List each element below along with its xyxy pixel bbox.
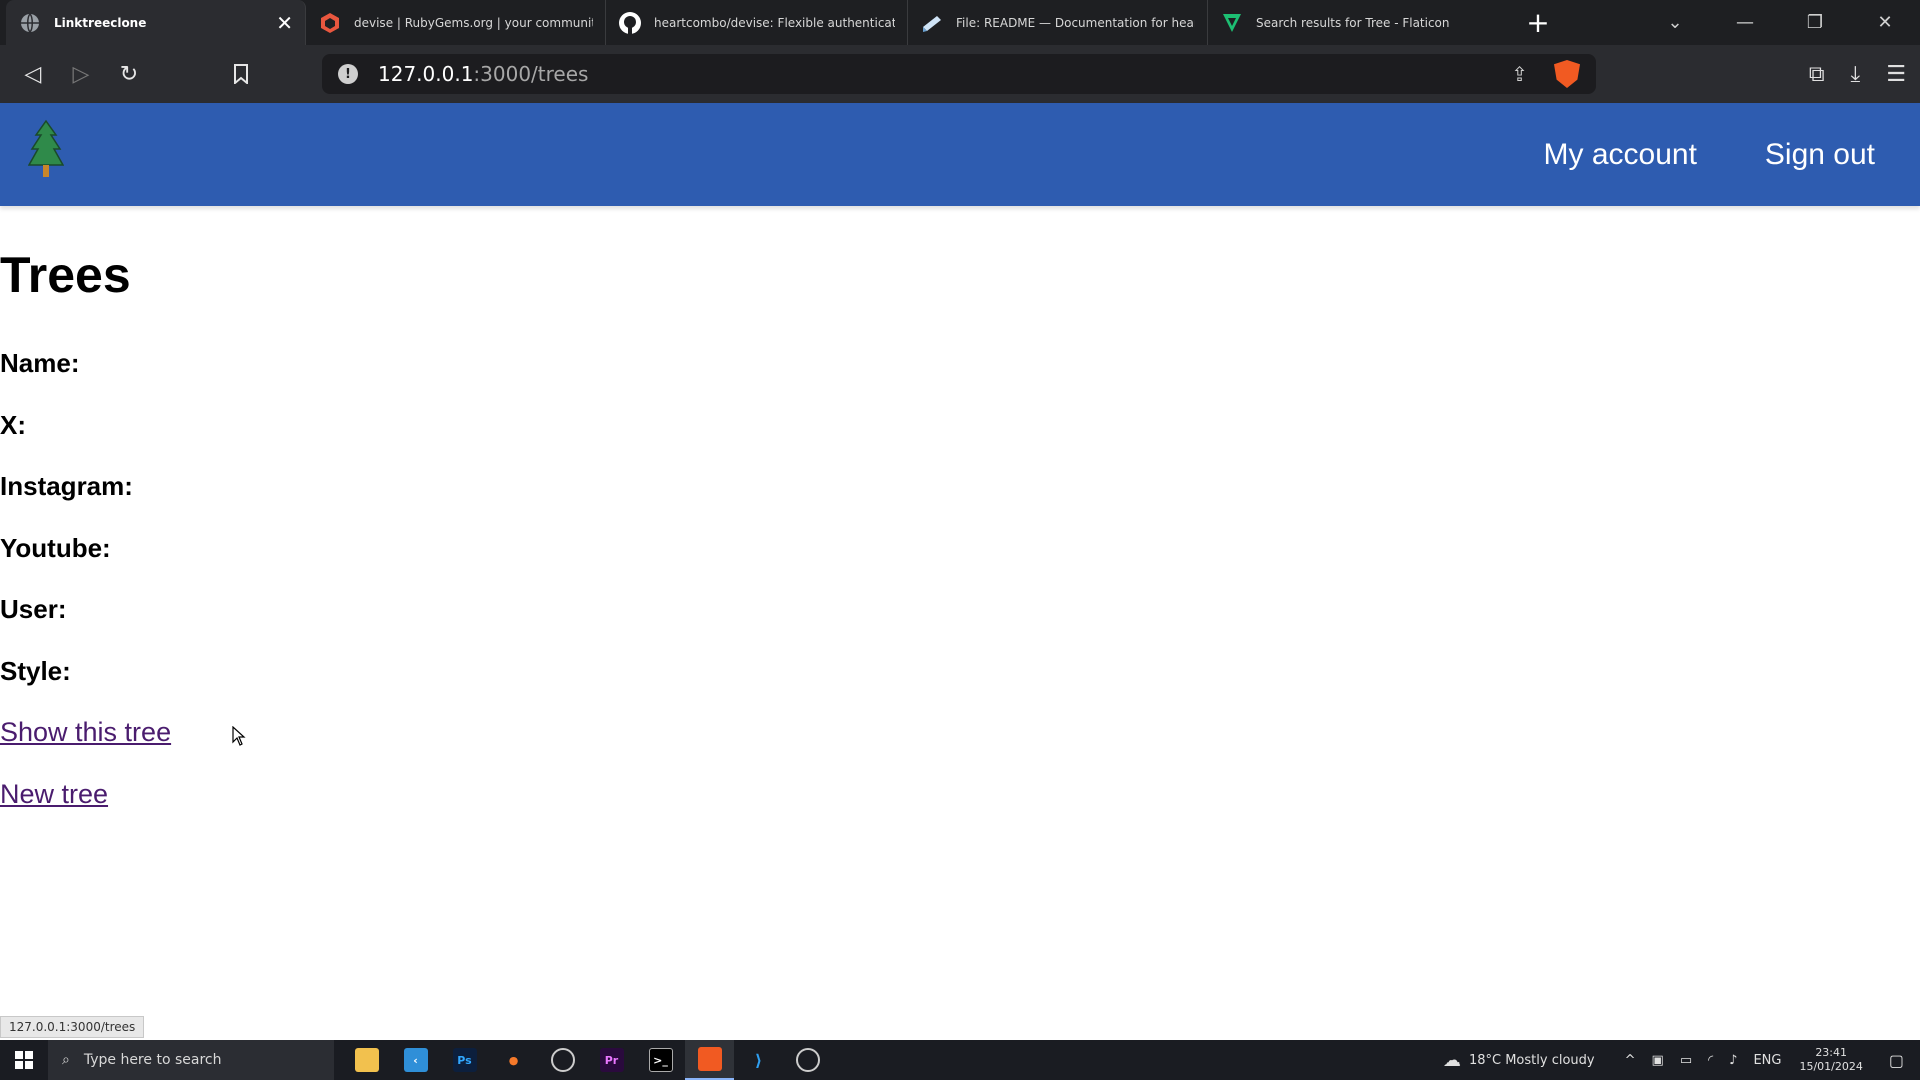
page-title: Trees [0, 247, 131, 303]
network-icon[interactable]: ◜ [1708, 1053, 1713, 1068]
tab-label: Search results for Tree - Flaticon [1256, 15, 1450, 30]
brave-shields-icon[interactable] [1554, 60, 1580, 88]
link-status-bar: 127.0.0.1:3000/trees [0, 1016, 145, 1038]
tab-list-icon[interactable]: ⌄ [1640, 12, 1710, 33]
tray-overflow-icon[interactable]: ^ [1625, 1053, 1636, 1068]
bookmark-icon[interactable] [217, 50, 265, 98]
vscode-icon[interactable]: ⟩ [734, 1040, 783, 1080]
reload-icon[interactable]: ↻ [105, 50, 153, 98]
back-icon[interactable]: ◁ [9, 50, 57, 98]
battery-icon[interactable]: ▭ [1680, 1053, 1692, 1068]
windows-start-icon[interactable] [0, 1040, 48, 1080]
field-user-label: User: [0, 594, 67, 624]
language-indicator[interactable]: ENG [1753, 1053, 1781, 1068]
tab-flaticon[interactable]: Search results for Tree - Flaticon [1208, 0, 1508, 45]
field-x-label: X: [0, 410, 26, 440]
app-header: My account Sign out [0, 103, 1920, 206]
cloud-icon: ☁ [1442, 1049, 1461, 1071]
new-tree-link[interactable]: New tree [0, 779, 108, 810]
extensions-icon[interactable]: ⧉ [1809, 62, 1825, 87]
field-style-label: Style: [0, 656, 71, 686]
field-instagram-label: Instagram: [0, 471, 133, 501]
menu-icon[interactable]: ☰ [1886, 62, 1906, 87]
doc-icon [920, 11, 944, 35]
browser-tab-bar: Linktreeclone ✕ devise | RubyGems.org | … [0, 0, 1920, 45]
search-icon: ⌕ [62, 1052, 70, 1068]
show-tree-link[interactable]: Show this tree [0, 717, 171, 748]
downloads-icon[interactable]: ⤓ [1851, 62, 1861, 87]
photoshop-icon[interactable]: Ps [440, 1040, 489, 1080]
premiere-icon[interactable]: Pr [587, 1040, 636, 1080]
restore-icon[interactable]: ❐ [1780, 12, 1850, 33]
tab-github[interactable]: heartcombo/devise: Flexible authenticati… [606, 0, 908, 45]
taskbar-apps: ‹ Ps ● Pr >_ ⟩ [342, 1040, 832, 1080]
url-path: :3000/trees [473, 62, 589, 86]
tab-label: devise | RubyGems.org | your community g… [354, 15, 593, 30]
clock-time: 23:41 [1815, 1046, 1848, 1059]
address-bar[interactable]: ! 127.0.0.1:3000/trees ⇪ [322, 54, 1596, 94]
site-info-icon[interactable]: ! [338, 64, 358, 84]
tab-label: File: README — Documentation for heartco… [956, 15, 1195, 30]
weather-text: 18°C Mostly cloudy [1468, 1052, 1595, 1068]
windows-taskbar: ⌕ Type here to search ‹ Ps ● Pr >_ ⟩ ☁ 1… [0, 1040, 1920, 1080]
clock-date: 15/01/2024 [1799, 1060, 1863, 1073]
system-tray: ☁ 18°C Mostly cloudy ^ ▣ ▭ ◜ ♪ ENG 23:41… [1443, 1040, 1920, 1080]
recorder-icon[interactable] [783, 1040, 832, 1080]
minimize-icon[interactable]: — [1710, 12, 1780, 33]
new-tab-button[interactable]: + [1508, 6, 1568, 39]
notifications-icon[interactable]: ▢ [1889, 1051, 1904, 1070]
tab-label: heartcombo/devise: Flexible authenticati… [654, 15, 895, 30]
window-controls: ⌄ — ❐ ✕ [1640, 0, 1920, 45]
clock[interactable]: 23:41 15/01/2024 [1799, 1046, 1862, 1074]
header-nav: My account Sign out [1544, 103, 1876, 206]
weather-widget[interactable]: ☁ 18°C Mostly cloudy [1443, 1050, 1595, 1071]
url-host: 127.0.0.1 [378, 62, 474, 86]
sign-out-link[interactable]: Sign out [1765, 138, 1875, 172]
share-icon[interactable]: ⇪ [1511, 62, 1528, 86]
browser-toolbar: ◁ ▷ ↻ ! 127.0.0.1:3000/trees ⇪ ⧉ ⤓ ☰ [0, 45, 1920, 103]
rubygems-icon [318, 11, 342, 35]
tab-readme[interactable]: File: README — Documentation for heartco… [908, 0, 1208, 45]
taskbar-search[interactable]: ⌕ Type here to search [48, 1040, 334, 1080]
meet-now-icon[interactable]: ▣ [1652, 1053, 1664, 1068]
file-explorer-icon[interactable] [342, 1040, 391, 1080]
field-youtube-label: Youtube: [0, 533, 111, 563]
microphone-icon[interactable]: ♪ [1729, 1053, 1737, 1068]
tab-rubygems[interactable]: devise | RubyGems.org | your community g… [306, 0, 606, 45]
tree-logo-icon[interactable] [28, 119, 64, 179]
brave-taskbar-icon[interactable] [685, 1040, 734, 1080]
my-account-link[interactable]: My account [1544, 138, 1697, 172]
forward-icon[interactable]: ▷ [57, 50, 105, 98]
taskbar-search-placeholder: Type here to search [83, 1052, 222, 1068]
close-tab-icon[interactable]: ✕ [276, 11, 293, 35]
globe-icon [18, 11, 42, 35]
app-arrow-icon[interactable]: ‹ [391, 1040, 440, 1080]
terminal-icon[interactable]: >_ [636, 1040, 685, 1080]
blender-icon[interactable]: ● [489, 1040, 538, 1080]
obs-icon[interactable] [538, 1040, 587, 1080]
toolbar-right-buttons: ⧉ ⤓ ☰ [1809, 45, 1906, 103]
flaticon-icon [1220, 11, 1244, 35]
tab-label: Linktreeclone [54, 15, 147, 30]
close-window-icon[interactable]: ✕ [1850, 12, 1920, 33]
field-name-label: Name: [0, 348, 80, 378]
tab-linktreeclone[interactable]: Linktreeclone ✕ [6, 0, 306, 45]
github-icon [618, 11, 642, 35]
